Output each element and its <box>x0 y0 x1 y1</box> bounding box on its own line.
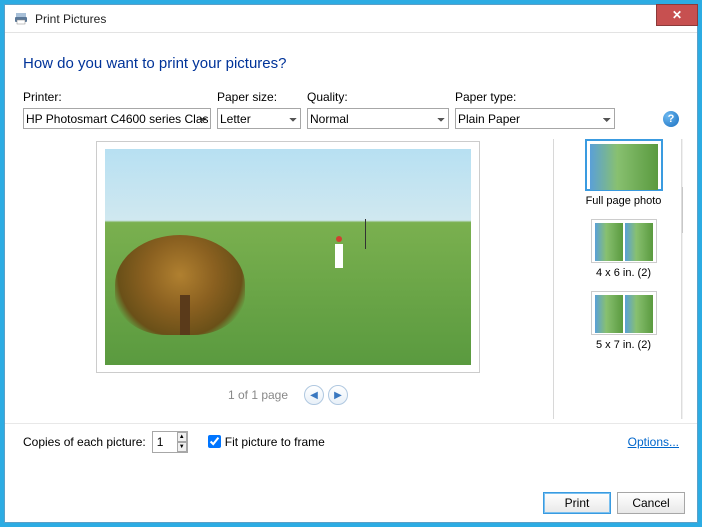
help-icon[interactable]: ? <box>663 111 679 127</box>
layout-panel: ▲ ▼ Full page photo 4 x 6 in. (2) 5 x 7 … <box>553 139 683 419</box>
paper-size-select[interactable]: Letter <box>217 108 301 129</box>
layout-full-page[interactable]: Full page photo <box>585 139 663 207</box>
bottom-bar: Copies of each picture: ▲ ▼ Fit picture … <box>5 423 697 453</box>
flag-graphic <box>365 219 366 249</box>
printer-label: Printer: <box>23 90 217 104</box>
printer-icon <box>13 11 29 27</box>
layout-5x7-label: 5 x 7 in. (2) <box>591 339 657 351</box>
layout-4x6[interactable]: 4 x 6 in. (2) <box>591 219 657 279</box>
layout-5x7[interactable]: 5 x 7 in. (2) <box>591 291 657 351</box>
copies-down-button[interactable]: ▼ <box>177 442 187 452</box>
pager-text: 1 of 1 page <box>228 388 288 402</box>
paper-size-label: Paper size: <box>217 90 307 104</box>
option-selects-row: HP Photosmart C4600 series Class Letter … <box>5 104 697 129</box>
dialog-buttons: Print Cancel <box>543 492 685 514</box>
tree-graphic <box>115 235 245 335</box>
close-icon: ✕ <box>672 8 682 22</box>
titlebar: Print Pictures <box>5 5 697 33</box>
fit-picture-option[interactable]: Fit picture to frame <box>208 435 325 449</box>
layout-full-label: Full page photo <box>585 195 663 207</box>
copies-label: Copies of each picture: <box>23 435 146 449</box>
scrollbar-track[interactable] <box>681 139 683 419</box>
fit-checkbox[interactable] <box>208 435 221 448</box>
quality-select[interactable]: Normal <box>307 108 449 129</box>
print-pictures-dialog: ✕ Print Pictures How do you want to prin… <box>4 4 698 523</box>
golfer-graphic <box>335 244 343 268</box>
prev-page-button[interactable]: ◀ <box>304 385 324 405</box>
preview-image <box>105 149 471 365</box>
next-page-button[interactable]: ▶ <box>328 385 348 405</box>
scrollbar-thumb[interactable] <box>682 187 683 233</box>
cancel-button[interactable]: Cancel <box>617 492 685 514</box>
quality-label: Quality: <box>307 90 455 104</box>
page-heading: How do you want to print your pictures? <box>5 33 697 90</box>
print-button[interactable]: Print <box>543 492 611 514</box>
copies-up-button[interactable]: ▲ <box>177 432 187 442</box>
layout-full-thumb <box>585 139 663 191</box>
scroll-down-button[interactable]: ▼ <box>682 403 683 419</box>
layout-5x7-thumb <box>591 291 657 335</box>
close-button[interactable]: ✕ <box>656 4 698 26</box>
paper-type-select[interactable]: Plain Paper <box>455 108 615 129</box>
print-preview <box>96 141 480 373</box>
option-labels-row: Printer: Paper size: Quality: Paper type… <box>5 90 697 104</box>
printer-select[interactable]: HP Photosmart C4600 series Class <box>23 108 211 129</box>
content-area: 1 of 1 page ◀ ▶ ▲ ▼ Full page photo 4 x … <box>5 129 697 419</box>
scroll-up-button[interactable]: ▲ <box>682 139 683 155</box>
layout-4x6-label: 4 x 6 in. (2) <box>591 267 657 279</box>
fit-label: Fit picture to frame <box>225 435 325 449</box>
pager: 1 of 1 page ◀ ▶ <box>228 385 348 405</box>
copies-stepper: ▲ ▼ <box>152 431 188 453</box>
layout-4x6-thumb <box>591 219 657 263</box>
preview-pane: 1 of 1 page ◀ ▶ <box>23 139 553 419</box>
options-link[interactable]: Options... <box>628 435 679 449</box>
window-title: Print Pictures <box>35 12 106 26</box>
paper-type-label: Paper type: <box>455 90 615 104</box>
